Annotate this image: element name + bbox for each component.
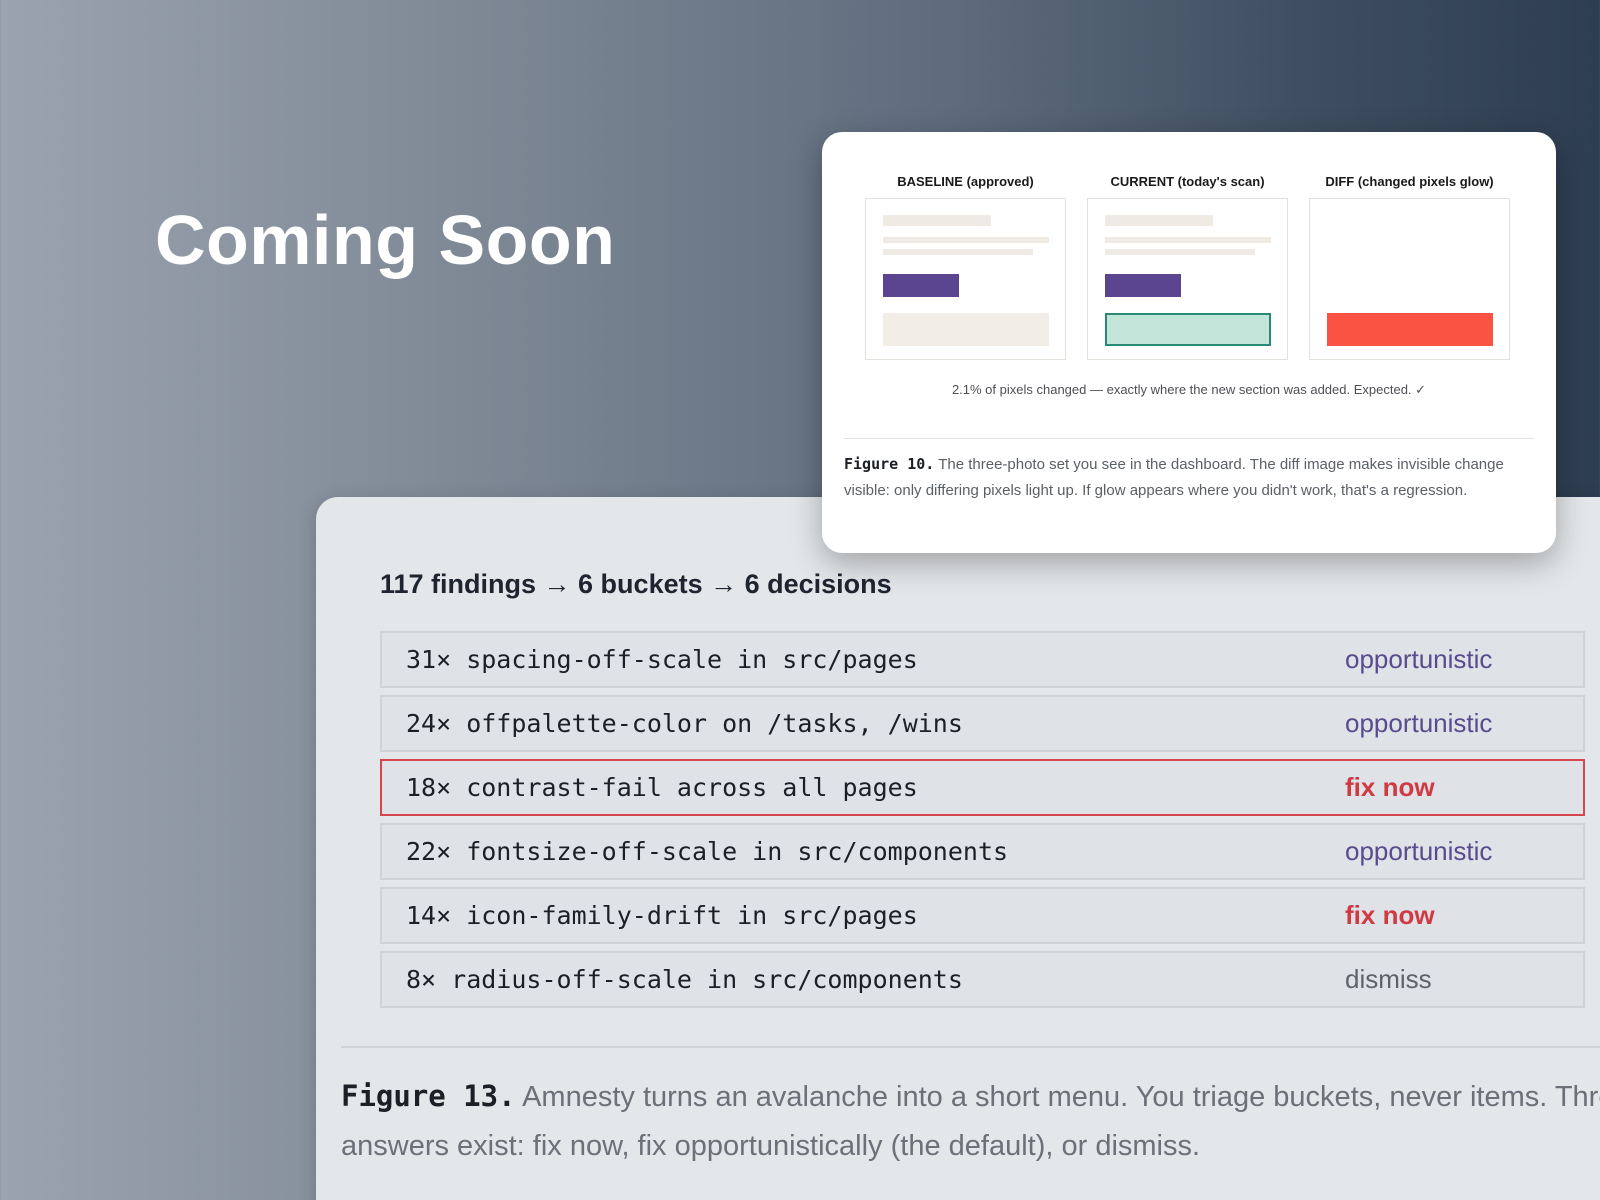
- figure-13-card: 117 findings → 6 buckets → 6 decisions 3…: [316, 497, 1600, 1200]
- mock-text-line: [883, 237, 1049, 243]
- figure-10-caption: Figure 10. The three-photo set you see i…: [844, 451, 1534, 504]
- bucket-row: 31× spacing-off-scale in src/pages oppor…: [380, 631, 1585, 688]
- bucket-decision: fix now: [1345, 772, 1435, 802]
- bucket-text: 8× radius-off-scale in src/components: [406, 965, 963, 994]
- divider: [341, 1046, 1600, 1048]
- bucket-text: 24× offpalette-color on /tasks, /wins: [406, 709, 963, 738]
- figure-13-caption: Figure 13. Amnesty turns an avalanche in…: [341, 1072, 1600, 1171]
- baseline-thumbnail: [865, 198, 1066, 360]
- bucket-list: 31× spacing-off-scale in src/pages oppor…: [380, 631, 1585, 1015]
- figure-label: Figure 13.: [341, 1079, 516, 1113]
- mock-section: [883, 313, 1049, 346]
- mock-text-line: [1105, 249, 1255, 255]
- panel-title: CURRENT (today's scan): [1110, 174, 1265, 189]
- buckets-title: 117 findings → 6 buckets → 6 decisions: [380, 569, 892, 599]
- mock-text-line: [883, 249, 1033, 255]
- bucket-row-highlighted: 18× contrast-fail across all pages fix n…: [380, 759, 1585, 816]
- divider: [844, 438, 1534, 439]
- baseline-panel: BASELINE (approved): [865, 172, 1066, 360]
- diff-panel: DIFF (changed pixels glow): [1309, 172, 1510, 360]
- page-headline: Coming Soon: [155, 201, 616, 279]
- screenshot-panels: BASELINE (approved) CURRENT (today's sca…: [865, 172, 1511, 360]
- bucket-decision: opportunistic: [1345, 836, 1493, 866]
- caption-text: Amnesty turns an avalanche into a short …: [341, 1081, 1600, 1162]
- bucket-row: 22× fontsize-off-scale in src/components…: [380, 823, 1585, 880]
- figure-10-card: BASELINE (approved) CURRENT (today's sca…: [822, 132, 1556, 553]
- mock-button: [1105, 274, 1181, 297]
- bucket-decision: fix now: [1345, 900, 1435, 930]
- bucket-decision: dismiss: [1345, 964, 1432, 994]
- diff-stat: 2.1% of pixels changed — exactly where t…: [951, 382, 1427, 397]
- bucket-row: 8× radius-off-scale in src/components di…: [380, 951, 1585, 1008]
- mock-button: [883, 274, 959, 297]
- bucket-text: 31× spacing-off-scale in src/pages: [406, 645, 918, 674]
- bucket-row: 14× icon-family-drift in src/pages fix n…: [380, 887, 1585, 944]
- mock-new-section: [1105, 313, 1271, 346]
- bucket-text: 18× contrast-fail across all pages: [406, 773, 918, 802]
- bucket-text: 22× fontsize-off-scale in src/components: [406, 837, 1009, 866]
- figure-label: Figure 10.: [844, 455, 935, 473]
- panel-title: BASELINE (approved): [897, 174, 1034, 189]
- bucket-row: 24× offpalette-color on /tasks, /wins op…: [380, 695, 1585, 752]
- current-thumbnail: [1087, 198, 1288, 360]
- diff-thumbnail: [1309, 198, 1510, 360]
- current-panel: CURRENT (today's scan): [1087, 172, 1288, 360]
- panel-title: DIFF (changed pixels glow): [1325, 174, 1494, 189]
- mock-heading: [883, 215, 991, 226]
- caption-text: The three-photo set you see in the dashb…: [844, 456, 1504, 499]
- bucket-decision: opportunistic: [1345, 644, 1493, 674]
- diff-glow-region: [1327, 313, 1493, 346]
- mock-heading: [1105, 215, 1213, 226]
- bucket-decision: opportunistic: [1345, 708, 1493, 738]
- mock-text-line: [1105, 237, 1271, 243]
- bucket-text: 14× icon-family-drift in src/pages: [406, 901, 918, 930]
